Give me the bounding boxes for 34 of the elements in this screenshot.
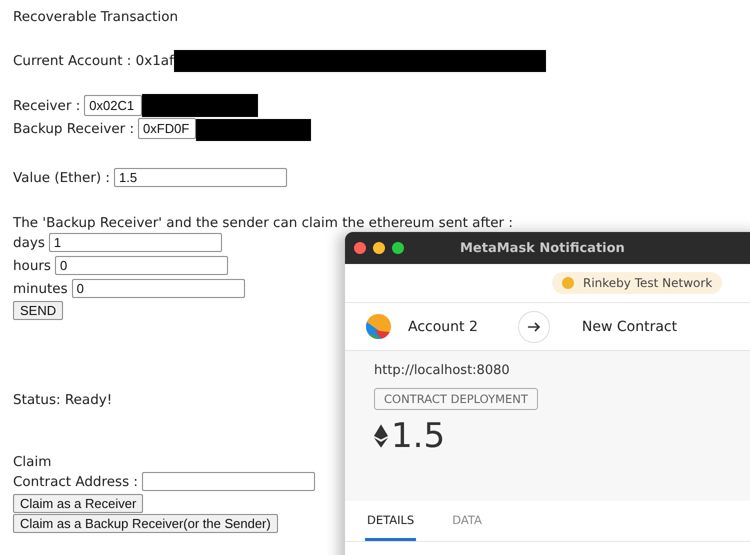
amount-text: 1.5 bbox=[391, 416, 446, 456]
duration-field[interactable]: 0 bbox=[54, 256, 228, 275]
page-title: Recoverable Transaction bbox=[13, 8, 178, 27]
transaction-type-tag: CONTRACT DEPLOYMENT bbox=[374, 388, 538, 410]
claim-note: The 'Backup Receiver' and the sender can claim the ethereum sent after : bbox=[13, 215, 513, 231]
backup-receiver-label: Backup Receiver : bbox=[13, 120, 134, 136]
origin-url: http://localhost:8080 bbox=[374, 363, 511, 378]
window-title: MetaMask Notification bbox=[460, 240, 625, 256]
network-pill[interactable]: Rinkeby Test Network bbox=[552, 272, 722, 294]
duration-field[interactable]: 0 bbox=[72, 279, 245, 298]
avatar-icon bbox=[365, 313, 392, 340]
duration-label: minutes bbox=[13, 280, 68, 296]
duration-field[interactable]: 1 bbox=[48, 233, 222, 252]
tab[interactable]: DATA bbox=[450, 501, 484, 541]
backup-receiver-field[interactable]: 0xFD0F bbox=[138, 118, 196, 139]
contract-address-label: Contract Address : bbox=[13, 474, 138, 490]
account-name: Account 2 bbox=[408, 318, 478, 334]
claim-heading: Claim bbox=[13, 454, 52, 470]
receiver-label: Receiver : bbox=[13, 98, 80, 114]
ether-icon bbox=[374, 424, 388, 448]
window-controls-icon[interactable] bbox=[354, 242, 404, 254]
tab[interactable]: DETAILS bbox=[365, 501, 416, 541]
claim-button[interactable]: Claim as a Backup Receiver(or the Sender) bbox=[13, 514, 278, 533]
duration-label: days bbox=[13, 234, 45, 250]
claim-button[interactable]: Claim as a Receiver bbox=[13, 494, 144, 513]
contract-address-field[interactable] bbox=[142, 472, 315, 491]
send-button[interactable]: SEND bbox=[13, 301, 64, 320]
recipient-name: New Contract bbox=[582, 318, 678, 334]
receiver-field[interactable]: 0x02C1 bbox=[84, 95, 142, 116]
current-account-text: Current Account : 0x1af bbox=[13, 52, 174, 68]
value-field[interactable]: 1.5 bbox=[114, 168, 287, 187]
value-label: Value (Ether) : bbox=[13, 170, 110, 186]
status-text: Status: Ready! bbox=[13, 392, 112, 408]
duration-label: hours bbox=[13, 258, 51, 274]
